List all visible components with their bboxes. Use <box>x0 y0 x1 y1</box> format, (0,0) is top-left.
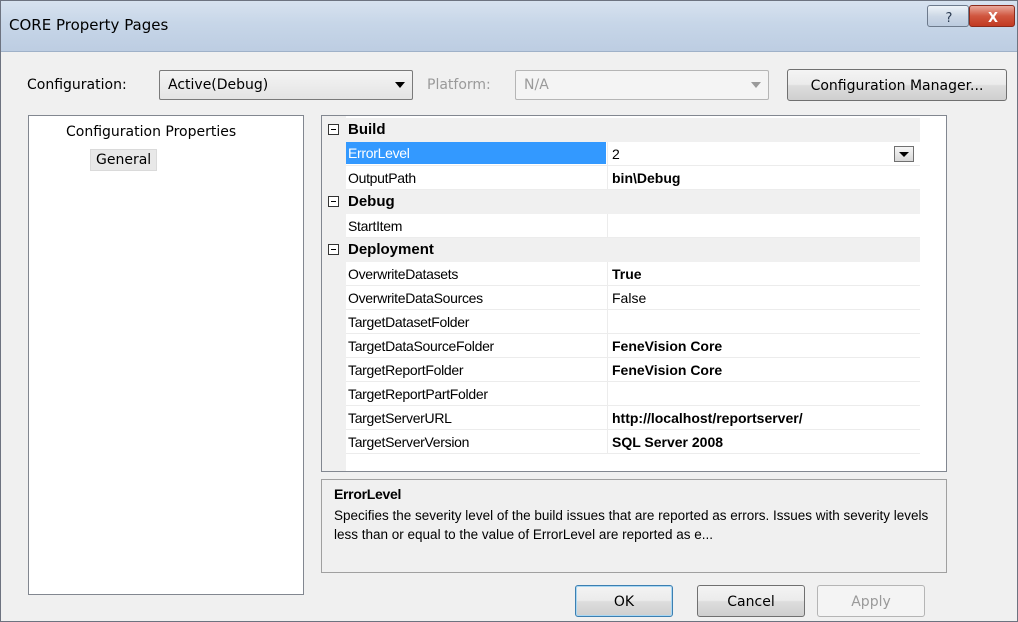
column-separator <box>607 430 608 454</box>
value-dropdown-button[interactable] <box>894 146 914 162</box>
property-row-targetdatasourcefolder[interactable]: TargetDataSourceFolder FeneVision Core <box>322 334 920 358</box>
cancel-button[interactable]: Cancel <box>697 585 805 617</box>
property-name: StartItem <box>348 218 403 234</box>
help-icon: ? <box>946 11 953 26</box>
property-value[interactable]: True <box>612 266 642 282</box>
property-row-targetserverversion[interactable]: TargetServerVersion SQL Server 2008 <box>322 430 920 454</box>
category-name: Deployment <box>348 241 434 258</box>
title-bar[interactable]: CORE Property Pages ? X <box>1 1 1017 52</box>
svg-text:?: ? <box>946 11 953 26</box>
property-grid[interactable]: Build ErrorLevel 2 OutputPath bin\Debug … <box>321 115 947 472</box>
property-name: TargetServerVersion <box>348 434 470 450</box>
configuration-tree[interactable]: Configuration Properties General <box>28 115 304 595</box>
property-value[interactable]: False <box>612 290 646 306</box>
property-value[interactable]: bin\Debug <box>612 170 680 186</box>
property-row-overwritedatasources[interactable]: OverwriteDataSources False <box>322 286 920 310</box>
chevron-down-icon <box>751 82 761 88</box>
property-value[interactable]: http://localhost/reportserver/ <box>612 410 803 426</box>
property-row-outputpath[interactable]: OutputPath bin\Debug <box>322 166 920 190</box>
configuration-label: Configuration: <box>27 77 127 93</box>
property-row-targetdatasetfolder[interactable]: TargetDatasetFolder <box>322 310 920 334</box>
property-name: TargetServerURL <box>348 410 452 426</box>
tree-item-general[interactable]: General <box>90 149 158 171</box>
property-value[interactable]: 2 <box>612 146 620 162</box>
configuration-value: Active(Debug) <box>168 77 269 93</box>
property-name: TargetDatasetFolder <box>348 314 470 330</box>
description-title: ErrorLevel <box>334 486 402 502</box>
column-separator <box>607 406 608 430</box>
chevron-down-icon <box>899 152 909 157</box>
ok-button[interactable]: OK <box>575 585 673 617</box>
platform-label: Platform: <box>427 77 491 93</box>
description-text: Specifies the severity level of the buil… <box>334 508 929 542</box>
category-deployment[interactable]: Deployment <box>322 238 920 262</box>
property-pages-dialog: CORE Property Pages ? X Configuration: A… <box>0 0 1018 622</box>
tree-item-configuration-properties[interactable]: Configuration Properties <box>66 124 236 140</box>
column-separator <box>607 358 608 382</box>
property-value[interactable]: FeneVision Core <box>612 338 722 354</box>
property-name: TargetDataSourceFolder <box>348 338 494 354</box>
property-row-targetserverurl[interactable]: TargetServerURL http://localhost/reports… <box>322 406 920 430</box>
column-separator <box>607 334 608 358</box>
property-name: OverwriteDataSources <box>348 290 483 306</box>
column-separator <box>607 214 608 238</box>
property-name: OutputPath <box>348 170 416 186</box>
column-separator <box>607 262 608 286</box>
column-separator <box>607 310 608 334</box>
property-row-overwritedatasets[interactable]: OverwriteDatasets True <box>322 262 920 286</box>
collapse-icon[interactable] <box>328 196 339 207</box>
configuration-dropdown[interactable]: Active(Debug) <box>159 70 413 100</box>
description-pane: ErrorLevel Specifies the severity level … <box>321 479 947 573</box>
property-value[interactable]: SQL Server 2008 <box>612 434 723 450</box>
column-separator <box>607 286 608 310</box>
column-separator <box>607 166 608 190</box>
close-icon: X <box>988 11 998 26</box>
apply-button: Apply <box>817 585 925 617</box>
grid-scroll-area <box>920 116 946 471</box>
property-name: TargetReportFolder <box>348 362 464 378</box>
property-name: TargetReportPartFolder <box>348 386 488 402</box>
property-row-targetreportpartfolder[interactable]: TargetReportPartFolder <box>322 382 920 406</box>
collapse-icon[interactable] <box>328 244 339 255</box>
category-debug[interactable]: Debug <box>322 190 920 214</box>
column-separator <box>607 142 608 166</box>
close-button[interactable]: X <box>969 5 1015 27</box>
category-name: Build <box>348 121 386 138</box>
row-divider <box>346 453 920 454</box>
property-value[interactable]: FeneVision Core <box>612 362 722 378</box>
column-separator <box>607 382 608 406</box>
help-button[interactable]: ? <box>927 5 969 27</box>
property-row-errorlevel[interactable]: ErrorLevel 2 <box>322 142 920 166</box>
svg-text:X: X <box>988 11 998 26</box>
property-row-startitem[interactable]: StartItem <box>322 214 920 238</box>
platform-dropdown: N/A <box>515 70 769 100</box>
category-name: Debug <box>348 193 395 210</box>
configuration-manager-button[interactable]: Configuration Manager... <box>787 69 1007 101</box>
property-name: OverwriteDatasets <box>348 266 459 282</box>
chevron-down-icon <box>395 82 405 88</box>
property-row-targetreportfolder[interactable]: TargetReportFolder FeneVision Core <box>322 358 920 382</box>
platform-value: N/A <box>524 77 549 93</box>
category-build[interactable]: Build <box>322 118 920 142</box>
window-title: CORE Property Pages <box>9 16 169 34</box>
collapse-icon[interactable] <box>328 124 339 135</box>
property-name: ErrorLevel <box>346 142 606 164</box>
